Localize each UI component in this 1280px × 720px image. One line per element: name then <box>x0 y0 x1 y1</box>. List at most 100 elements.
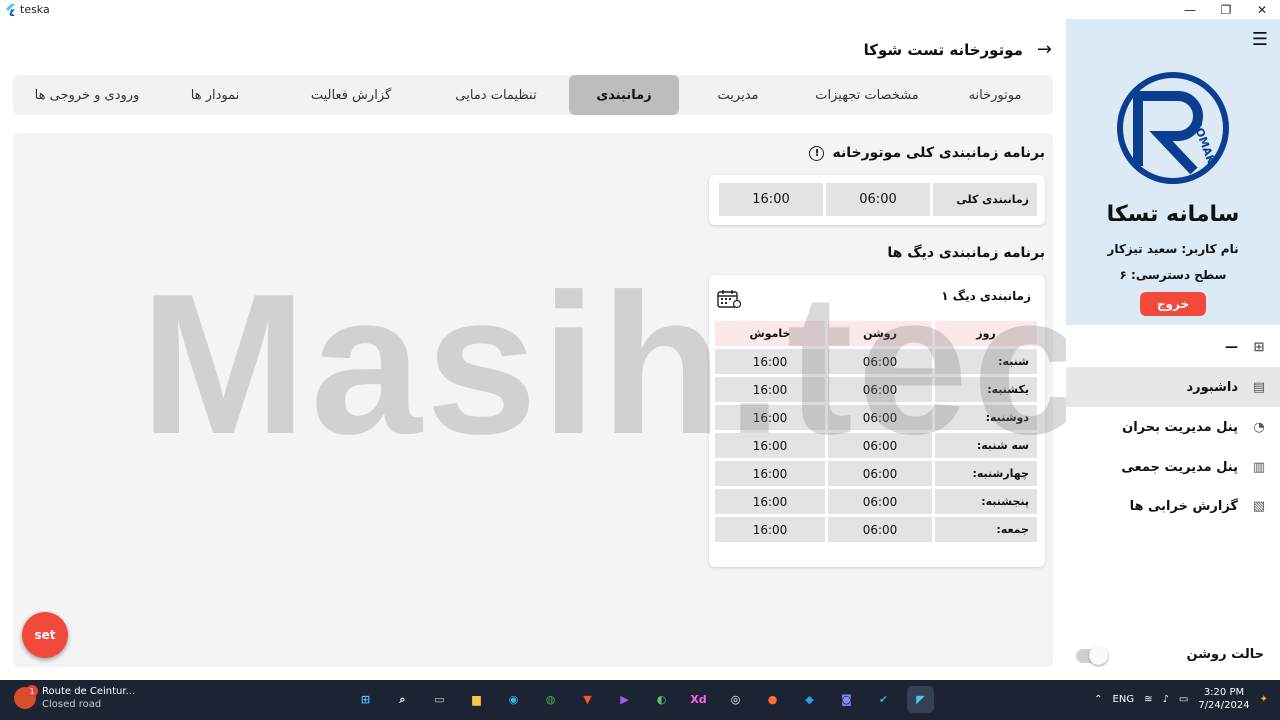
tab-bar: موتورخانه مشخصات تجهیزات مدیریت زمانبندی… <box>13 75 1053 115</box>
tab-temperature-settings[interactable]: تنظیمات دمایی <box>423 75 569 115</box>
tab-activity-report[interactable]: گزارش فعالیت <box>279 75 423 115</box>
window-titlebar: teska — ❐ ✕ <box>0 0 1280 19</box>
boiler-schedule-grid: روز روشن خاموش شنبه: 06:00 16:00 یکشنبه:… <box>715 321 1037 542</box>
battery-icon[interactable]: ▭ <box>1179 694 1188 705</box>
vscode-icon[interactable]: ◆ <box>796 686 823 713</box>
row-on-time[interactable]: 06:00 <box>828 349 932 374</box>
chevron-up-icon[interactable]: ⌃ <box>1094 694 1102 705</box>
adobe-xd-icon[interactable]: Xd <box>685 686 712 713</box>
row-off-time[interactable]: 16:00 <box>715 489 825 514</box>
clock-time: 3:20 PM <box>1203 687 1245 698</box>
vpn-app-icon[interactable]: ✔ <box>870 686 897 713</box>
volume-icon[interactable]: ♪ <box>1162 694 1168 705</box>
row-off-time[interactable]: 16:00 <box>715 433 825 458</box>
media-player-icon[interactable]: ▶ <box>611 686 638 713</box>
dash-line: — <box>1225 339 1238 355</box>
chrome-icon[interactable]: ◍ <box>537 686 564 713</box>
flutter-app-icon <box>6 3 15 16</box>
sidebar-item-grid[interactable]: — ⊞ <box>1066 327 1280 367</box>
row-on-time[interactable]: 06:00 <box>828 433 932 458</box>
notification-subtitle: Closed road <box>42 699 102 710</box>
taskbar-notification[interactable]: 1 Route de Ceintur... Closed road <box>14 685 135 711</box>
info-icon[interactable]: ! <box>809 145 825 161</box>
logout-button[interactable]: خروج <box>1140 292 1206 316</box>
flutter-taskbar-icon[interactable]: ◤ <box>907 686 934 713</box>
row-off-time[interactable]: 16:00 <box>715 405 825 430</box>
sidebar-item-label: پنل مدیریت جمعی <box>1121 459 1238 475</box>
tab-equipment-specs[interactable]: مشخصات تجهیزات <box>797 75 937 115</box>
row-off-time[interactable]: 16:00 <box>715 377 825 402</box>
general-schedule-title: برنامه زمانبندی کلی موتورخانه ! <box>809 145 1045 161</box>
boiler-name: زمانبندی دیگ ۱ <box>941 289 1031 303</box>
row-on-time[interactable]: 06:00 <box>828 489 932 514</box>
document-icon: ▤ <box>1252 379 1266 395</box>
header-on: روشن <box>828 321 932 346</box>
brave-icon[interactable]: ▼ <box>574 686 601 713</box>
row-day: جمعه: <box>935 517 1037 542</box>
window-title: teska <box>20 3 50 16</box>
whatsapp-icon[interactable]: ◎ <box>722 686 749 713</box>
hamburger-menu-icon[interactable]: ☰ <box>1252 29 1268 50</box>
postman-icon[interactable]: ● <box>759 686 786 713</box>
page-title: موتورخانه تست شوکا <box>863 40 1023 59</box>
file-explorer-icon[interactable]: ▆ <box>463 686 490 713</box>
pie-chart-icon: ◔ <box>1253 419 1265 435</box>
tab-charts[interactable]: نمودار ها <box>151 75 279 115</box>
row-off-time[interactable]: 16:00 <box>715 349 825 374</box>
discord-icon[interactable]: ◙ <box>833 686 860 713</box>
calendar-icon[interactable] <box>717 289 741 309</box>
row-off-time[interactable]: 16:00 <box>715 461 825 486</box>
tab-management[interactable]: مدیریت <box>679 75 797 115</box>
search-icon[interactable]: ⌕ <box>389 686 416 713</box>
boiler-schedule-card: زمانبندی دیگ ۱ روز روشن خاموش شنبه: 06:0… <box>709 275 1045 567</box>
grid-icon: ⊞ <box>1253 339 1265 355</box>
row-on-time[interactable]: 06:00 <box>828 405 932 430</box>
sidebar-item-dashboard[interactable]: داشبورد ▤ <box>1066 367 1280 407</box>
language-indicator[interactable]: ENG <box>1113 694 1135 705</box>
notification-title: Route de Ceintur... <box>42 686 136 697</box>
maximize-button[interactable]: ❐ <box>1208 0 1244 19</box>
edge-icon[interactable]: ◉ <box>500 686 527 713</box>
copilot-icon[interactable]: ✦ <box>1260 694 1268 705</box>
general-off-time[interactable]: 16:00 <box>719 183 823 216</box>
row-on-time[interactable]: 06:00 <box>828 377 932 402</box>
row-on-time[interactable]: 06:00 <box>828 517 932 542</box>
row-off-time[interactable]: 16:00 <box>715 517 825 542</box>
row-day: یکشنبه: <box>935 377 1037 402</box>
windows-start-icon[interactable]: ⊞ <box>352 686 379 713</box>
sidebar-item-label: گزارش خرابی ها <box>1129 498 1238 514</box>
sidebar-item-fault-report[interactable]: گزارش خرابی ها ▧ <box>1066 486 1280 526</box>
sidebar-item-collective-panel[interactable]: پنل مدیریت جمعی ▥ <box>1066 447 1280 487</box>
taskbar-apps: ⊞ ⌕ ▭ ▆ ◉ ◍ ▼ ▶ ◐ Xd ◎ ● ◆ ◙ ✔ ◤ <box>352 686 934 713</box>
theme-row: حالت روشن <box>1066 645 1280 667</box>
report-icon: ▧ <box>1252 498 1266 514</box>
tab-inputs-outputs[interactable]: ورودی و خروجی ها <box>23 75 151 115</box>
sidebar-item-label: داشبورد <box>1186 379 1238 395</box>
sidebar-item-label: پنل مدیریت بحران <box>1122 419 1238 435</box>
row-on-time[interactable]: 06:00 <box>828 461 932 486</box>
access-level: سطح دسترسی: ۶ <box>1119 268 1227 282</box>
globe-app-icon[interactable]: ◐ <box>648 686 675 713</box>
task-view-icon[interactable]: ▭ <box>426 686 453 713</box>
arrow-right-icon[interactable]: → <box>1037 39 1052 60</box>
romak-logo: ROMAK <box>1117 72 1229 184</box>
close-button[interactable]: ✕ <box>1244 0 1280 19</box>
user-name: نام کاربر: سعید تیزکار <box>1107 242 1239 256</box>
theme-label: حالت روشن <box>1186 647 1264 662</box>
row-day: دوشنبه: <box>935 405 1037 430</box>
set-button[interactable]: set <box>22 612 68 658</box>
minimize-button[interactable]: — <box>1172 0 1208 19</box>
theme-toggle[interactable] <box>1076 646 1108 665</box>
tab-engine-room[interactable]: موتورخانه <box>937 75 1053 115</box>
general-on-time[interactable]: 06:00 <box>826 183 930 216</box>
bar-chart-icon: ▥ <box>1252 459 1266 475</box>
row-day: سه شنبه: <box>935 433 1037 458</box>
wifi-icon[interactable]: ≋ <box>1144 694 1152 705</box>
main-content: → موتورخانه تست شوکا موتورخانه مشخصات تج… <box>0 19 1066 680</box>
sidebar-item-crisis-panel[interactable]: پنل مدیریت بحران ◔ <box>1066 407 1280 447</box>
clock[interactable]: 3:20 PM 7/24/2024 <box>1198 686 1249 712</box>
taskbar: 1 Route de Ceintur... Closed road ⊞ ⌕ ▭ … <box>0 680 1280 720</box>
sidebar: ☰ ROMAK سامانه تسکا نام کاربر: سعید تیزک… <box>1066 19 1280 680</box>
tab-schedule[interactable]: زمانبندی <box>569 75 679 115</box>
brand-title: سامانه تسکا <box>1106 202 1240 227</box>
